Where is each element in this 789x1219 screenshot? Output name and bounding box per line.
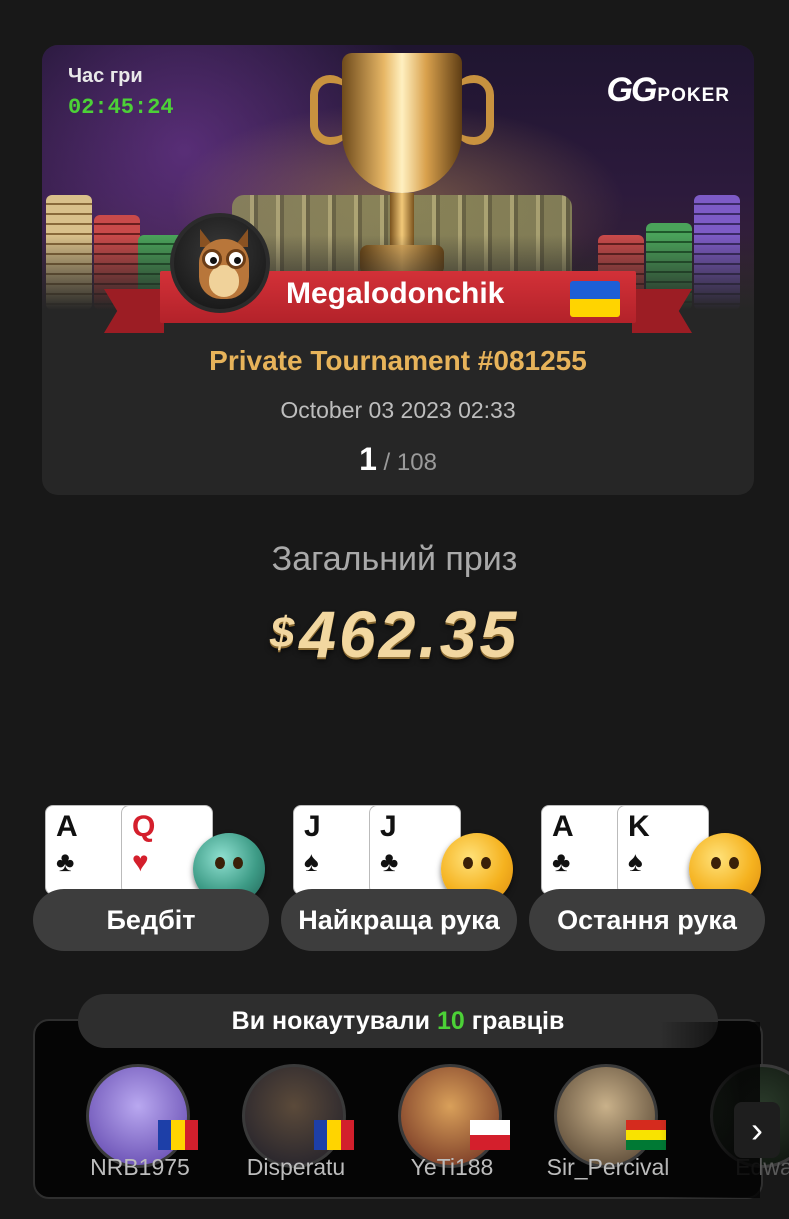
badbeat-hand-button[interactable]: A ♣ Q ♥ Бедбіт [33, 805, 269, 951]
knockout-count: 10 [436, 1006, 465, 1035]
knocked-player[interactable]: YeTi188 [392, 1064, 512, 1194]
best-hand-button[interactable]: J ♠ J ♣ Найкраща рука [281, 805, 517, 951]
finish-rank: 1 [359, 441, 377, 477]
avatar [398, 1064, 502, 1168]
ukraine-flag-icon [570, 281, 620, 317]
ribbon-tail-right [632, 289, 692, 333]
last-hand-button-label[interactable]: Остання рука [529, 889, 765, 951]
total-prize-label: Загальний приз [271, 540, 518, 578]
ggpoker-logo: GG POKER [606, 71, 730, 109]
tournament-name: Private Tournament #081255 [209, 345, 587, 376]
knocked-player[interactable]: NRB1975 [80, 1064, 200, 1194]
finish-place: 1 / 108 [42, 441, 754, 478]
avatar [86, 1064, 190, 1168]
poland-flag-icon [470, 1120, 510, 1150]
owl-avatar-icon [194, 229, 254, 305]
winner-avatar[interactable] [170, 213, 270, 313]
winner-nickname: Megalodonchik [286, 277, 505, 310]
romania-flag-icon [158, 1120, 198, 1150]
total-prize-amount: $462.35 [0, 596, 789, 672]
chevron-right-icon[interactable]: › [734, 1102, 780, 1158]
ribbon-tail-left [104, 289, 164, 333]
avatar [554, 1064, 658, 1168]
knocked-player[interactable]: Sir_Percival [547, 1064, 669, 1194]
total-entrants: / 108 [383, 449, 437, 476]
knockouts-title: Ви нокаутували 10 гравців [78, 994, 718, 1048]
play-time-value: 02:45:24 [68, 95, 174, 120]
currency-symbol: $ [269, 608, 298, 657]
player-name: Disperatu [246, 1154, 346, 1180]
tournament-summary-screen: Час гри 02:45:24 GG POKER Megalodonchik … [0, 0, 789, 1219]
prize-value: 462.35 [299, 597, 520, 671]
player-name: NRB1975 [90, 1154, 190, 1180]
tournament-date: October 03 2023 02:33 [280, 397, 516, 423]
last-hand-button[interactable]: A ♣ K ♠ Остання рука [529, 805, 765, 951]
knocked-player[interactable]: Disperatu [236, 1064, 356, 1194]
avatar [242, 1064, 346, 1168]
play-time-label: Час гри [68, 65, 143, 87]
player-name: Sir_Percival [546, 1154, 670, 1180]
romania-flag-icon [314, 1120, 354, 1150]
badbeat-button-label[interactable]: Бедбіт [33, 889, 269, 951]
best-hand-button-label[interactable]: Найкраща рука [281, 889, 517, 951]
player-name: YeTi188 [410, 1154, 494, 1180]
tournament-card: Час гри 02:45:24 GG POKER Megalodonchik … [42, 45, 754, 495]
